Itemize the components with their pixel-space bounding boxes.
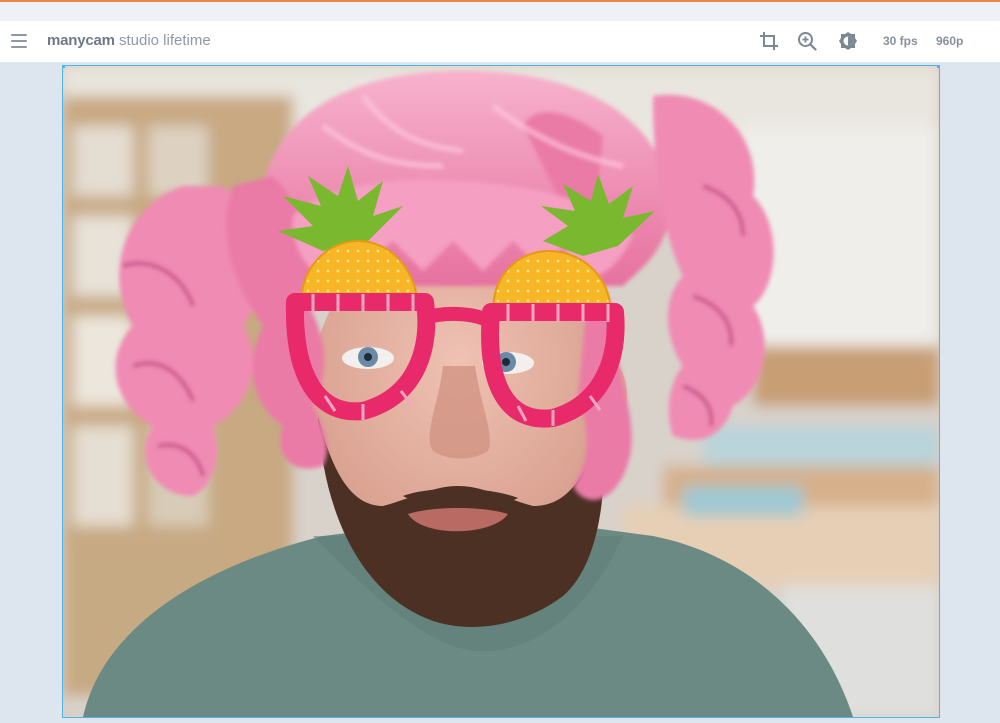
resolution-indicator[interactable]: 960p bbox=[936, 34, 963, 48]
crop-icon[interactable] bbox=[759, 31, 779, 51]
fps-indicator: 30 fps bbox=[883, 34, 918, 48]
app-brand: manycam bbox=[47, 32, 115, 49]
resize-handle-top-right[interactable] bbox=[937, 66, 939, 68]
menu-icon[interactable] bbox=[11, 34, 27, 48]
zoom-icon[interactable] bbox=[797, 31, 817, 51]
brightness-icon[interactable] bbox=[838, 31, 858, 51]
preview-stage bbox=[0, 63, 1000, 723]
camera-feed bbox=[63, 66, 939, 717]
resize-handle-top-left[interactable] bbox=[63, 66, 65, 68]
video-preview[interactable] bbox=[62, 65, 940, 718]
top-toolbar: manycam studio lifetime 30 fps 960p bbox=[0, 21, 1000, 63]
app-product: studio lifetime bbox=[118, 32, 211, 49]
app-title: manycam studio lifetime bbox=[47, 32, 211, 49]
window-top-strip bbox=[0, 2, 1000, 21]
